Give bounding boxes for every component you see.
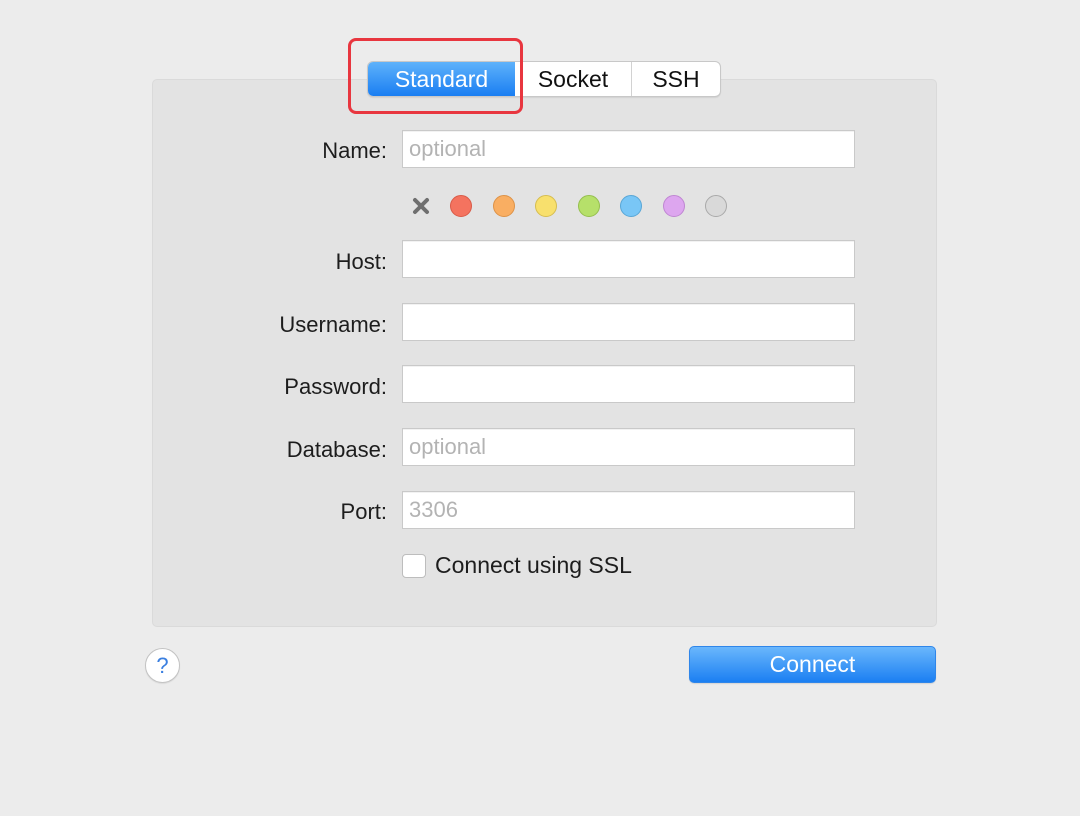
ssl-option: Connect using SSL — [402, 552, 632, 579]
color-swatch-purple[interactable] — [662, 195, 685, 217]
connect-button[interactable]: Connect — [689, 646, 936, 683]
ssl-label[interactable]: Connect using SSL — [435, 552, 632, 579]
close-icon[interactable] — [408, 193, 434, 219]
host-field[interactable] — [402, 240, 855, 278]
color-swatch-red[interactable] — [450, 195, 472, 217]
username-label: Username: — [279, 312, 387, 337]
name-field[interactable] — [402, 130, 855, 168]
database-field[interactable] — [402, 428, 855, 466]
name-label: Name: — [322, 138, 387, 163]
password-field[interactable] — [402, 365, 855, 403]
tab-socket[interactable]: Socket — [515, 62, 632, 96]
username-field[interactable] — [402, 303, 855, 341]
color-swatch-orange[interactable] — [492, 195, 515, 217]
help-button[interactable]: ? — [145, 648, 180, 683]
tab-ssh[interactable]: SSH — [632, 62, 720, 96]
question-mark-icon: ? — [156, 652, 169, 678]
password-label: Password: — [284, 374, 387, 399]
database-label: Database: — [286, 437, 387, 462]
color-swatch-green[interactable] — [577, 195, 600, 217]
color-swatch-yellow[interactable] — [535, 195, 557, 217]
color-swatch-gray[interactable] — [705, 195, 727, 217]
color-swatch-blue[interactable] — [620, 195, 642, 217]
host-label: Host: — [335, 249, 387, 274]
color-picker — [408, 193, 748, 219]
port-label: Port: — [340, 499, 387, 524]
port-field[interactable] — [402, 491, 855, 529]
ssl-checkbox[interactable] — [402, 553, 426, 578]
highlight-annotation — [348, 38, 523, 114]
